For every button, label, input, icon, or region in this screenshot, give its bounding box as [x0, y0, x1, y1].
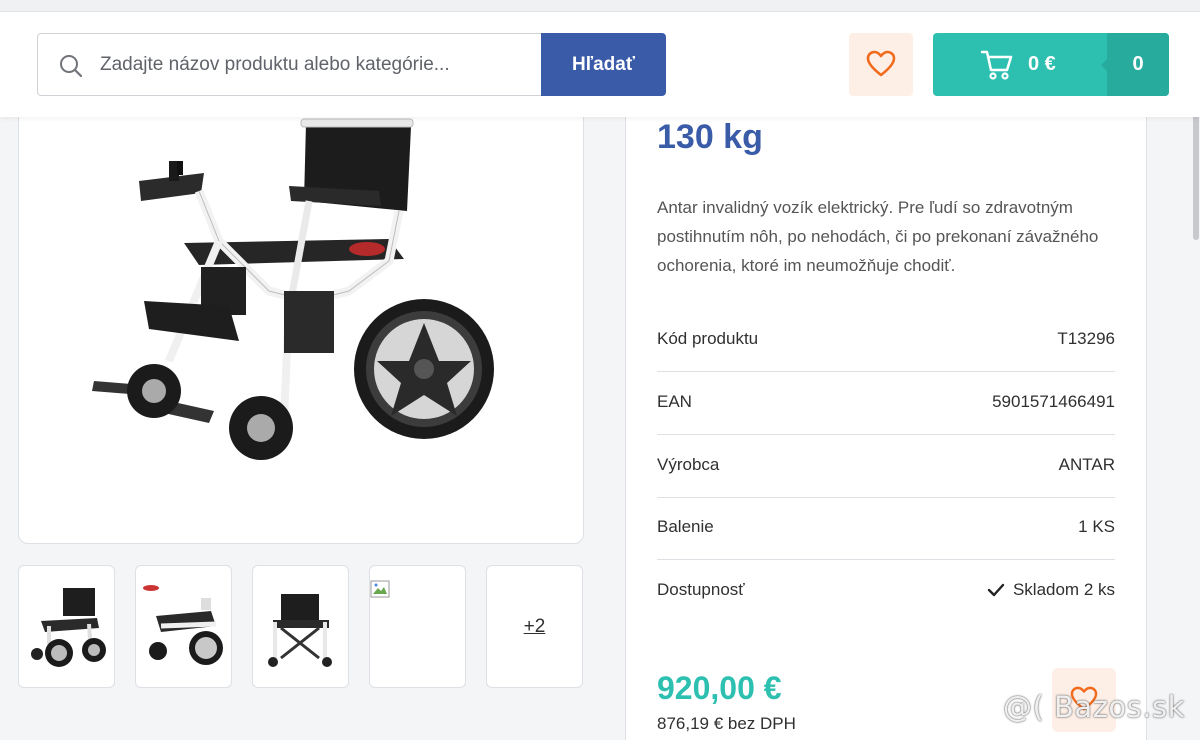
- check-icon: [987, 583, 1005, 597]
- spec-value: ANTAR: [1058, 455, 1115, 474]
- search-input[interactable]: [100, 34, 530, 95]
- search-button[interactable]: Hľadať: [541, 33, 666, 96]
- thumbnail-image: [31, 588, 106, 667]
- spec-row: Kód produktu T13296: [657, 309, 1115, 372]
- thumbnail-3[interactable]: [252, 565, 349, 688]
- cart-price: 0 €: [1028, 53, 1056, 75]
- spec-row: EAN 5901571466491: [657, 372, 1115, 435]
- browser-top-strip: [0, 0, 1200, 12]
- product-price-net: 876,19 € bez DPH: [657, 714, 796, 733]
- spec-row: Dostupnosť Skladom 2 ks: [657, 560, 1115, 623]
- cart-count: 0: [1132, 53, 1144, 75]
- search-icon: [58, 53, 84, 79]
- thumbnail-image: [143, 585, 223, 665]
- spec-label: EAN: [657, 392, 692, 411]
- product-description: Antar invalidný vozík elektrický. Pre ľu…: [657, 198, 1099, 275]
- spec-value: T13296: [1057, 329, 1115, 348]
- favorites-button[interactable]: [849, 33, 913, 96]
- more-images-link[interactable]: +2: [486, 565, 583, 688]
- thumbnail-2[interactable]: [135, 565, 232, 688]
- cart-icon: [980, 49, 1014, 86]
- thumbnail-image: [268, 594, 332, 667]
- spec-row: Výrobca ANTAR: [657, 435, 1115, 498]
- thumbnail-4[interactable]: [369, 565, 466, 688]
- spec-label: Dostupnosť: [657, 580, 745, 599]
- availability-text: Skladom 2 ks: [1012, 580, 1115, 599]
- spec-row: Balenie 1 KS: [657, 497, 1115, 560]
- cart-button[interactable]: 0 € 0: [933, 33, 1169, 96]
- spec-label: Balenie: [657, 517, 714, 536]
- cart-count-box: 0: [1101, 33, 1169, 96]
- watermark: @( Bazos.sk: [1003, 690, 1185, 724]
- thumbnail-1[interactable]: [18, 565, 115, 688]
- broken-image-icon: [370, 580, 390, 598]
- site-header: Hľadať 0 € 0: [0, 12, 1200, 117]
- product-page: { "search": { "placeholder": "Zadajte ná…: [0, 0, 1200, 740]
- availability-value: Skladom 2 ks: [987, 580, 1115, 600]
- spec-value: 1 KS: [1078, 517, 1115, 536]
- wheelchair-image: [92, 118, 494, 460]
- product-price: 920,00 €: [657, 670, 782, 706]
- spec-value: 5901571466491: [992, 392, 1115, 411]
- main-product-image[interactable]: [18, 60, 584, 544]
- search-box: [37, 33, 542, 96]
- heart-icon: [866, 50, 896, 77]
- spec-label: Kód produktu: [657, 329, 759, 348]
- spec-label: Výrobca: [657, 455, 720, 474]
- product-title-fragment: 130 kg: [657, 118, 763, 156]
